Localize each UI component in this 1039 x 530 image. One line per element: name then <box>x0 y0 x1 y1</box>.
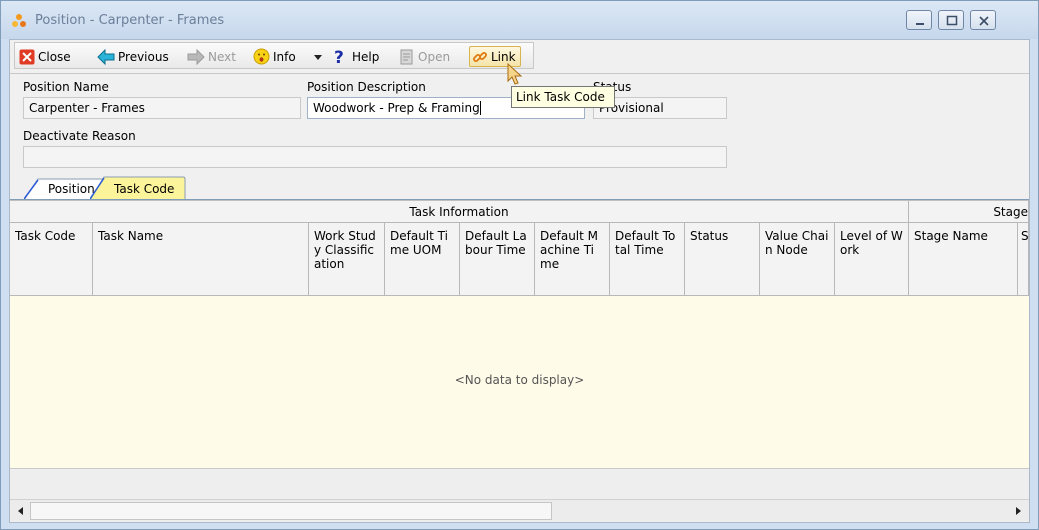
arrow-right-icon <box>187 48 205 65</box>
info-smiley-icon <box>253 48 270 65</box>
empty-grid-message: <No data to display> <box>454 373 585 387</box>
minimize-button[interactable] <box>906 10 932 30</box>
info-label: Info <box>273 49 296 64</box>
help-question-icon: ? <box>334 48 344 66</box>
col-value-chain-node[interactable]: Value Chain Node <box>760 223 835 296</box>
app-icon <box>12 14 26 27</box>
info-button[interactable]: Info <box>253 46 296 67</box>
client-area: Close Previous Next Info ? Help Open Lin… <box>9 39 1030 523</box>
next-label: Next <box>208 49 236 64</box>
position-description-value: Woodwork - Prep & Framing <box>313 101 480 115</box>
link-tooltip: Link Task Code <box>511 86 615 108</box>
scroll-right-icon[interactable] <box>1010 503 1026 519</box>
previous-label: Previous <box>118 49 169 64</box>
tab-task-code[interactable]: Task Code <box>98 178 184 200</box>
mouse-cursor-icon <box>507 63 523 85</box>
close-red-icon <box>19 49 35 64</box>
col-default-time-uom[interactable]: Default Time UOM <box>385 223 460 296</box>
col-task-name[interactable]: Task Name <box>93 223 309 296</box>
text-caret <box>479 101 481 115</box>
close-label: Close <box>38 49 71 64</box>
info-dropdown-button[interactable] <box>313 46 326 67</box>
link-chain-icon <box>473 51 487 62</box>
col-default-labour-time[interactable]: Default Labour Time <box>460 223 535 296</box>
position-window: Position - Carpenter - Frames Close Prev… <box>0 0 1039 530</box>
open-document-icon <box>400 49 413 64</box>
help-button[interactable]: ? Help <box>333 46 379 67</box>
col-task-code[interactable]: Task Code <box>10 223 93 296</box>
col-stage-extra[interactable]: S <box>1018 223 1029 296</box>
scroll-thumb[interactable] <box>30 502 552 520</box>
maximize-button[interactable] <box>938 10 964 30</box>
tab-strip: Position Task Code <box>24 176 324 200</box>
open-button[interactable]: Open <box>399 46 450 67</box>
arrow-left-icon <box>97 48 115 65</box>
open-label: Open <box>418 49 451 64</box>
window-title: Position - Carpenter - Frames <box>35 13 225 28</box>
col-default-machine-time[interactable]: Default Machine Time <box>535 223 610 296</box>
scroll-left-icon[interactable] <box>13 503 29 519</box>
position-description-label: Position Description <box>307 80 426 94</box>
close-icon <box>979 16 989 26</box>
position-name-label: Position Name <box>23 80 109 94</box>
band-stage: Stage <box>909 201 1029 223</box>
close-window-button[interactable] <box>970 10 996 30</box>
restore-icon <box>946 15 958 26</box>
minimize-icon <box>916 23 924 25</box>
dropdown-arrow-icon <box>314 54 322 60</box>
next-button[interactable]: Next <box>187 46 236 67</box>
svg-text:?: ? <box>334 48 344 66</box>
close-button[interactable]: Close <box>19 46 71 67</box>
task-code-grid: Task Information Stage Task Code Task Na… <box>10 200 1029 499</box>
band-task-information: Task Information <box>10 201 909 223</box>
title-bar: Position - Carpenter - Frames <box>1 1 1038 39</box>
toolbar: Close Previous Next Info ? Help Open Lin… <box>14 42 534 69</box>
col-stage-name[interactable]: Stage Name <box>909 223 1018 296</box>
horizontal-scrollbar[interactable] <box>10 499 1029 521</box>
position-name-field[interactable]: Carpenter - Frames <box>23 97 301 119</box>
col-status[interactable]: Status <box>685 223 760 296</box>
link-label: Link <box>491 49 516 64</box>
previous-button[interactable]: Previous <box>97 46 169 67</box>
deactivate-reason-field[interactable] <box>23 146 727 168</box>
col-work-study-classification[interactable]: Work Study Classification <box>309 223 385 296</box>
col-default-total-time[interactable]: Default Total Time <box>610 223 685 296</box>
col-level-of-work[interactable]: Level of Work <box>835 223 909 296</box>
help-label: Help <box>352 49 380 64</box>
grid-footer-row <box>10 468 1029 499</box>
deactivate-reason-label: Deactivate Reason <box>23 129 136 143</box>
